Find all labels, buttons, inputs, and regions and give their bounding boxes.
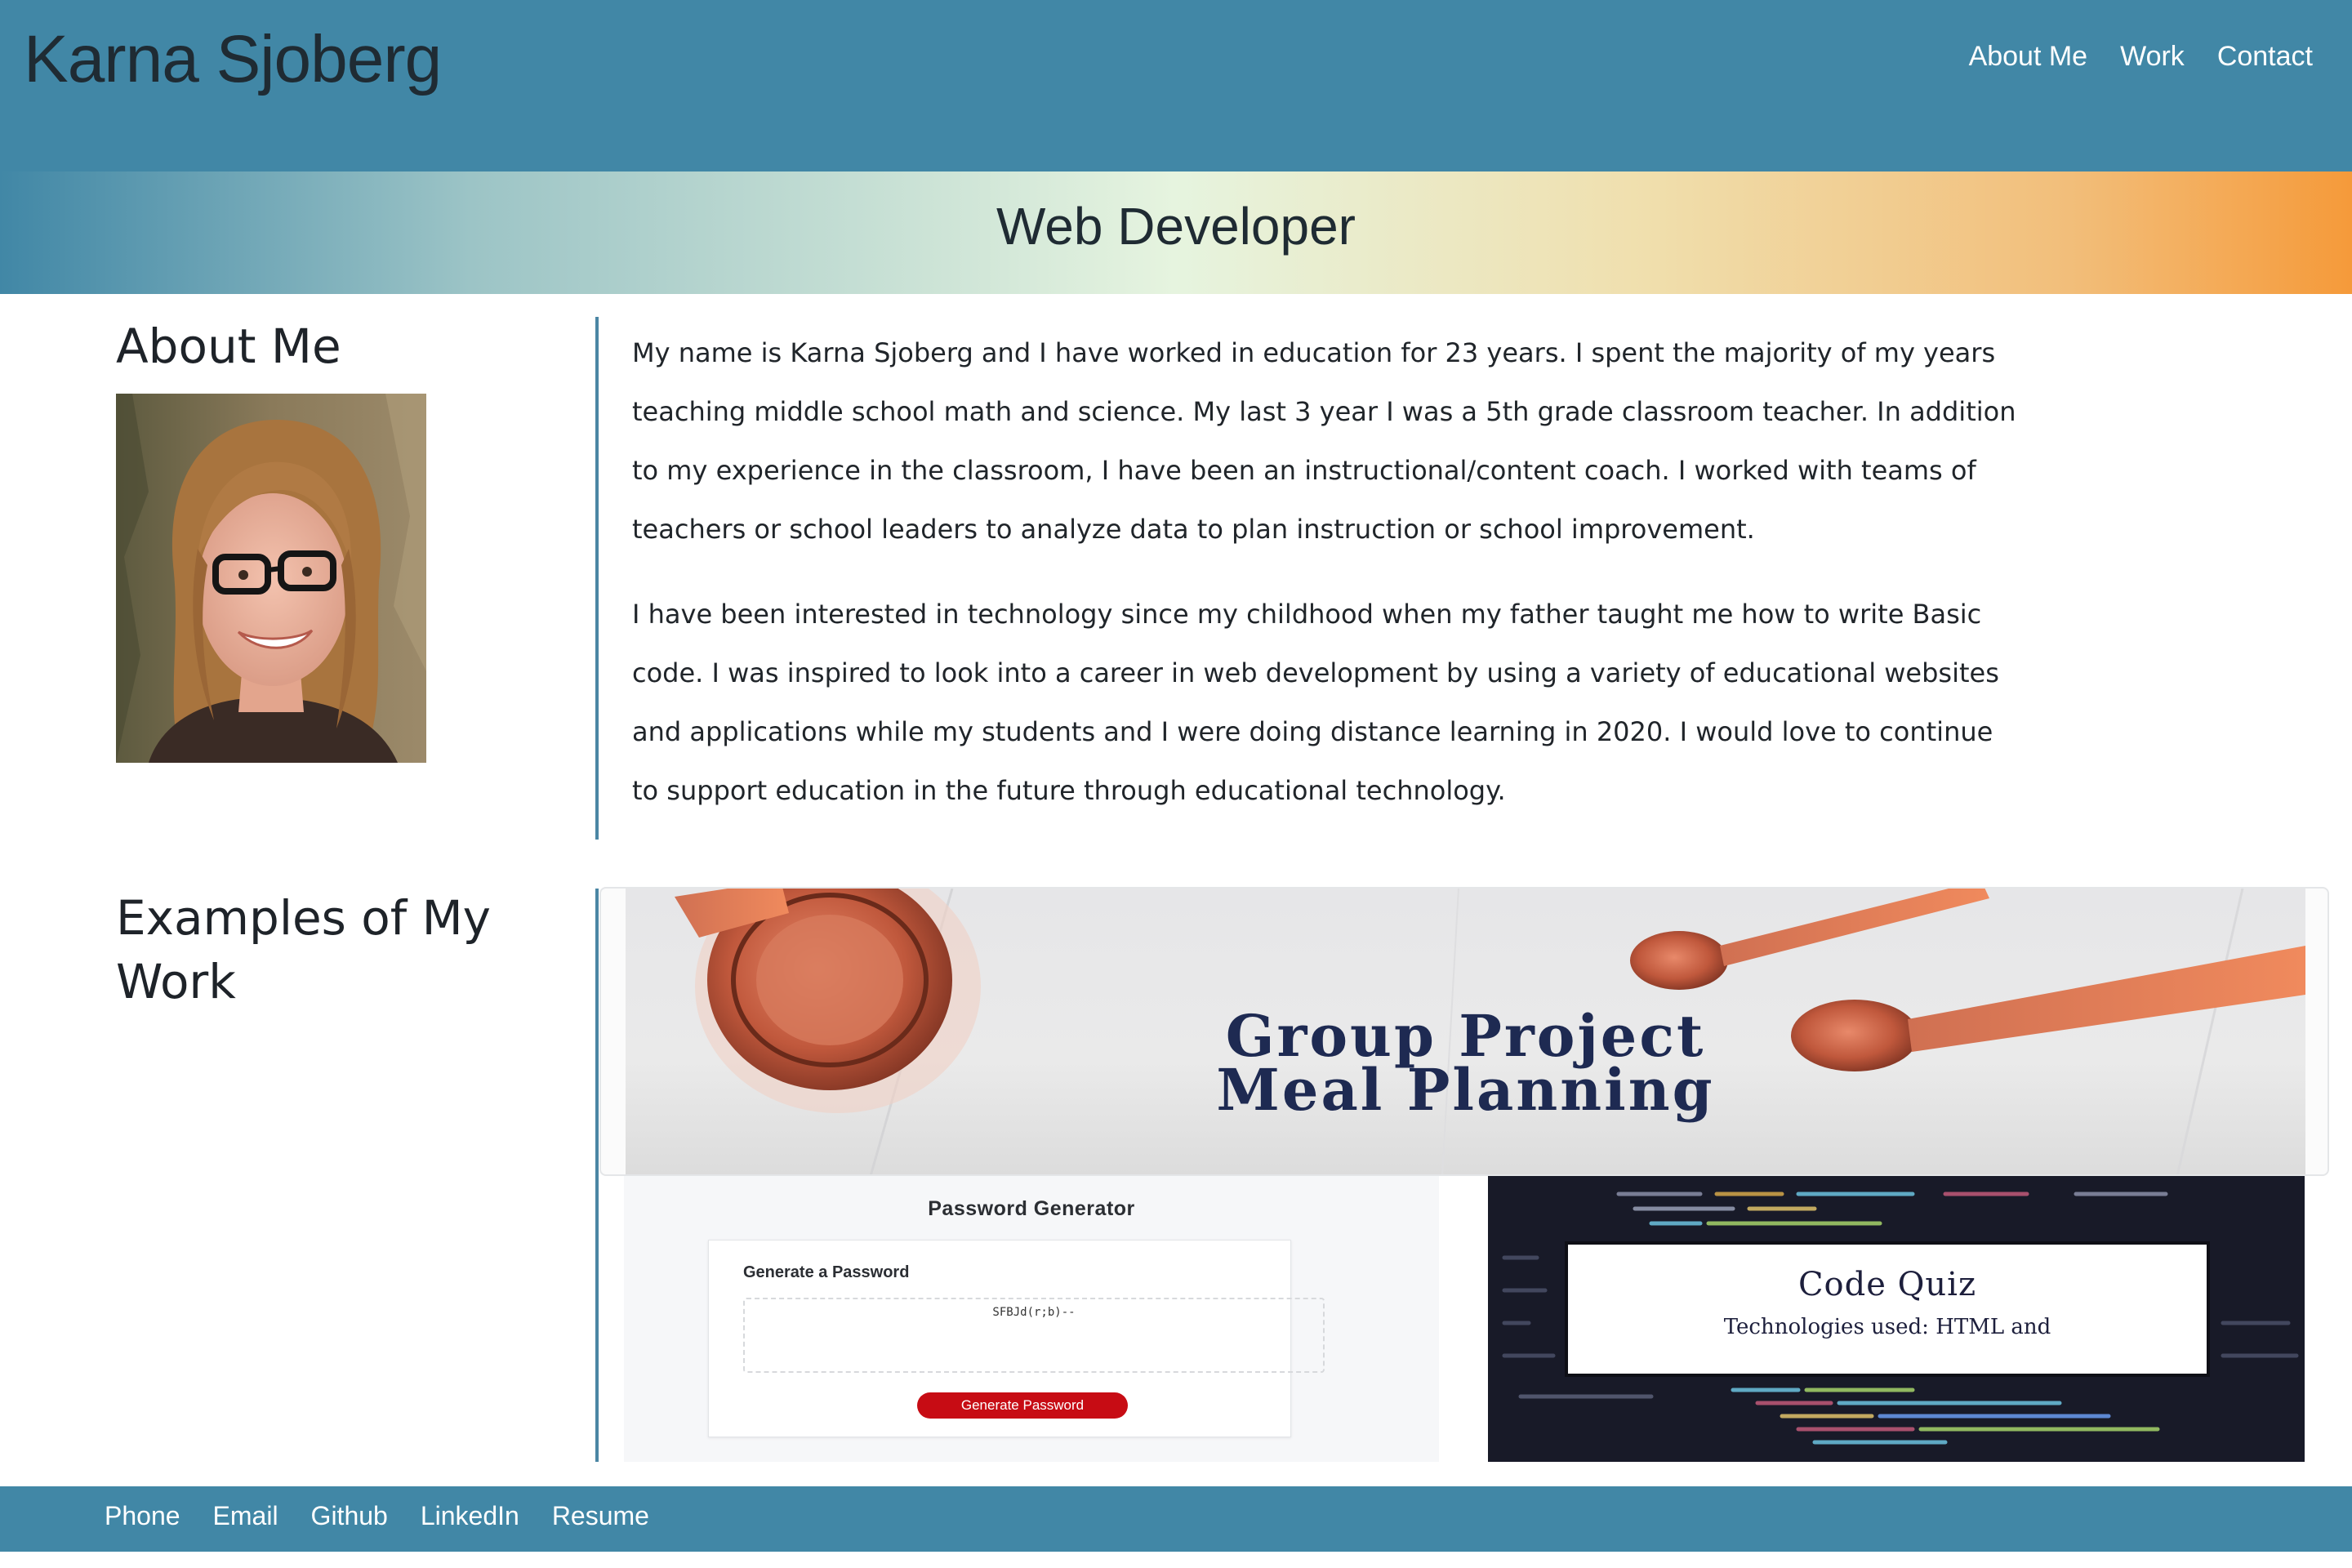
footer-link-github[interactable]: Github (311, 1501, 388, 1531)
generate-password-button: Generate Password (917, 1392, 1128, 1419)
code-quiz-subtitle: Technologies used: HTML and (1723, 1315, 2051, 1339)
nav-link-about-me[interactable]: About Me (1969, 41, 2088, 73)
site-title: Karna Sjoberg (24, 22, 442, 96)
main-nav: About Me Work Contact (1969, 41, 2313, 73)
profile-photo (116, 394, 426, 763)
about-heading: About Me (116, 318, 341, 374)
password-output: SFBJd(r;b)-- (992, 1306, 1076, 1319)
code-quiz-title: Code Quiz (1797, 1266, 1977, 1303)
nav-link-contact[interactable]: Contact (2217, 41, 2313, 73)
nav-link-work[interactable]: Work (2120, 41, 2185, 73)
hero-title: Web Developer (996, 197, 1356, 256)
password-output-area: SFBJd(r;b)-- (743, 1298, 1325, 1373)
password-generator-title: Password Generator (928, 1197, 1135, 1220)
about-bio: My name is Karna Sjoberg and I have work… (632, 323, 2020, 820)
code-quiz-title-box: Code Quiz Technologies used: HTML and (1565, 1241, 2210, 1377)
footer-link-email[interactable]: Email (213, 1501, 278, 1531)
hero-banner: Web Developer (0, 172, 2352, 294)
bio-paragraph: My name is Karna Sjoberg and I have work… (632, 337, 2016, 545)
footer-nav: Phone Email Github LinkedIn Resume (105, 1501, 649, 1531)
about-divider (595, 317, 599, 840)
work-heading: Examples of My Work (116, 890, 491, 1010)
project-card-meal-planning[interactable]: Group Project Meal Planning (599, 887, 2329, 1176)
meal-planning-title: Group Project Meal Planning (1216, 1002, 1715, 1124)
meal-planning-screenshot: Group Project Meal Planning (626, 889, 2305, 1174)
work-divider (595, 889, 599, 1462)
footer-link-phone[interactable]: Phone (105, 1501, 180, 1531)
password-card: Generate a Password SFBJd(r;b)-- Generat… (708, 1240, 1325, 1437)
footer-link-linkedin[interactable]: LinkedIn (421, 1501, 519, 1531)
bio-paragraph: I have been interested in technology sin… (632, 599, 1999, 806)
project-card-password-generator[interactable]: Password Generator Generate a Password S… (624, 1176, 1439, 1462)
project-card-code-quiz[interactable]: Code Quiz Technologies used: HTML and (1488, 1176, 2305, 1462)
site-footer: Phone Email Github LinkedIn Resume (0, 1486, 2352, 1552)
password-card-heading: Generate a Password (743, 1263, 910, 1281)
site-header: Karna Sjoberg About Me Work Contact (0, 0, 2352, 172)
footer-link-resume[interactable]: Resume (552, 1501, 649, 1531)
